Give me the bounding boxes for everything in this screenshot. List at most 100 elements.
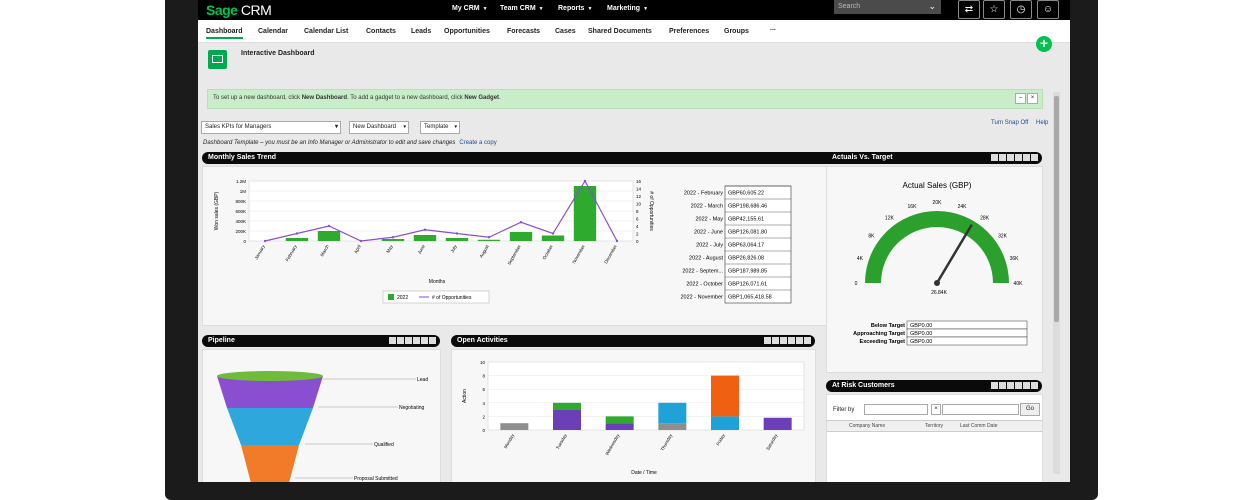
funnel-stage-proposal bbox=[241, 445, 299, 482]
menu-reports[interactable]: Reports ▼ bbox=[558, 5, 592, 12]
filter-value-input[interactable] bbox=[942, 404, 1019, 415]
gauge-tick-label: 16K bbox=[908, 204, 918, 210]
menu-marketing[interactable]: Marketing ▼ bbox=[607, 5, 648, 12]
line-point bbox=[359, 239, 363, 243]
notifications-icon[interactable]: ◷ bbox=[1010, 0, 1032, 19]
tab-more[interactable]: ... bbox=[770, 25, 776, 32]
col-company-name[interactable]: Company Name bbox=[849, 423, 885, 429]
y-tick-label: 6 bbox=[482, 387, 485, 392]
pipeline-header: Pipeline bbox=[202, 335, 440, 347]
tab-contacts[interactable]: Contacts bbox=[366, 28, 396, 35]
template-hint: Dashboard Template – you must be an Info… bbox=[203, 140, 497, 146]
panel-title: Actuals Vs. Target bbox=[832, 154, 893, 161]
gauge-tick-label: 0 bbox=[855, 281, 858, 287]
target-value: GBP0.00 bbox=[910, 339, 932, 345]
col-last-comm-date[interactable]: Last Comm Date bbox=[960, 423, 998, 429]
tab-leads[interactable]: Leads bbox=[411, 28, 431, 35]
gauge-tick-label: 8K bbox=[868, 233, 875, 239]
col-territory[interactable]: Territory bbox=[925, 423, 943, 429]
line-point bbox=[423, 228, 427, 231]
tab-shared-documents[interactable]: Shared Documents bbox=[588, 28, 652, 35]
new-dashboard-button[interactable]: New Dashboard ▾ bbox=[349, 121, 409, 134]
table-value: GBP126,071.61 bbox=[728, 282, 767, 288]
panel-tools[interactable] bbox=[990, 154, 1038, 161]
tab-dashboard[interactable]: Dashboard bbox=[206, 28, 243, 39]
y2-axis-label: # of Opportunities bbox=[648, 191, 654, 231]
turn-snap-off-link[interactable]: Turn Snap Off bbox=[991, 120, 1028, 126]
add-button[interactable]: + bbox=[1036, 36, 1052, 52]
caret-down-icon: ▾ bbox=[403, 124, 406, 130]
funnel-label-proposal: Proposal Submitted bbox=[354, 476, 398, 482]
gauge-title: Actual Sales (GBP) bbox=[903, 181, 972, 190]
x-tick-label: July bbox=[450, 243, 459, 253]
target-label: Below Target bbox=[871, 323, 905, 329]
new-dashboard-link[interactable]: New Dashboard bbox=[302, 95, 347, 101]
search-input[interactable]: Search ⌄ bbox=[834, 0, 941, 14]
collapse-icon[interactable]: – bbox=[1015, 93, 1026, 104]
bar bbox=[541, 235, 565, 241]
template-button[interactable]: Template ▾ bbox=[420, 121, 460, 134]
tab-forecasts[interactable]: Forecasts bbox=[507, 28, 540, 35]
help-link[interactable]: Help bbox=[1036, 120, 1048, 126]
x-axis-label: Months bbox=[429, 279, 446, 285]
recent-icon[interactable]: ⇄ bbox=[958, 0, 980, 19]
bar bbox=[413, 235, 437, 241]
new-gadget-link[interactable]: New Gadget bbox=[464, 95, 499, 101]
funnel-chart: Lead Negotiating Qualified Proposal Subm… bbox=[217, 371, 428, 482]
x-tick-label: Saturday bbox=[765, 432, 779, 451]
line-point bbox=[327, 224, 331, 228]
y-tick-label: 600K bbox=[235, 209, 246, 214]
filter-label: Filter by bbox=[833, 407, 855, 413]
y2-tick-label: 14 bbox=[636, 187, 642, 192]
bar bbox=[477, 239, 501, 241]
panel-title: Monthly Sales Trend bbox=[208, 154, 277, 161]
scrollbar-thumb[interactable] bbox=[1054, 96, 1059, 322]
line-point bbox=[455, 232, 459, 235]
legend-bar-swatch bbox=[388, 294, 394, 300]
table-value: GBP126,081.80 bbox=[728, 230, 767, 236]
create-copy-link[interactable]: Create a copy bbox=[459, 140, 496, 146]
y2-tick-label: 12 bbox=[636, 194, 642, 199]
menu-my-crm[interactable]: My CRM ▼ bbox=[452, 5, 488, 12]
filter-input[interactable] bbox=[864, 404, 928, 415]
stacked-bar-segment bbox=[658, 423, 687, 430]
panel-tools[interactable] bbox=[990, 382, 1038, 389]
gauge-tick-label: 28K bbox=[980, 215, 990, 221]
table-month: 2022 - May bbox=[695, 217, 723, 223]
panel-title: Pipeline bbox=[208, 337, 235, 344]
tab-cases[interactable]: Cases bbox=[555, 28, 576, 35]
tab-bar: Dashboard Calendar Calendar List Contact… bbox=[198, 20, 1070, 43]
actuals-header: Actuals Vs. Target bbox=[826, 152, 1042, 164]
clear-filter-icon[interactable]: × bbox=[931, 404, 941, 415]
bar bbox=[285, 238, 309, 241]
menu-team-crm[interactable]: Team CRM ▼ bbox=[500, 5, 544, 12]
panel-tools[interactable] bbox=[388, 337, 436, 344]
sage-crm-logo[interactable]: Sage CRM bbox=[206, 2, 272, 18]
page-scrollbar[interactable] bbox=[1053, 92, 1060, 474]
y-tick-label: 2 bbox=[482, 414, 485, 419]
panel-tools[interactable] bbox=[763, 337, 811, 344]
tab-preferences[interactable]: Preferences bbox=[669, 28, 709, 35]
x-tick-label: September bbox=[507, 244, 523, 266]
tab-opportunities[interactable]: Opportunities bbox=[444, 28, 490, 35]
tab-calendar-list[interactable]: Calendar List bbox=[304, 28, 348, 35]
x-tick-label: August bbox=[479, 243, 491, 258]
table-value: GBP26,826.08 bbox=[728, 256, 764, 262]
favorites-icon[interactable]: ☆ bbox=[983, 0, 1005, 19]
tab-groups[interactable]: Groups bbox=[724, 28, 749, 35]
dashboard-icon bbox=[208, 50, 227, 69]
tab-calendar[interactable]: Calendar bbox=[258, 28, 288, 35]
user-icon[interactable]: ☺ bbox=[1037, 0, 1059, 19]
dashboard-select[interactable]: Sales KPIs for Managers ▾ bbox=[201, 121, 341, 134]
table-month: 2022 - March bbox=[691, 204, 723, 210]
line-point bbox=[295, 232, 299, 235]
legend-opportunities: # of Opportunities bbox=[432, 295, 472, 301]
stacked-bar-segment bbox=[553, 409, 581, 430]
close-icon[interactable]: × bbox=[1027, 93, 1038, 104]
gauge-tick-label: 20K bbox=[933, 200, 943, 206]
y-tick-label: 200K bbox=[235, 229, 246, 234]
stacked-bar-segment bbox=[553, 402, 581, 410]
panel-title: At Risk Customers bbox=[832, 382, 895, 389]
gauge-hub bbox=[934, 280, 940, 286]
go-button[interactable]: Go bbox=[1020, 403, 1040, 416]
